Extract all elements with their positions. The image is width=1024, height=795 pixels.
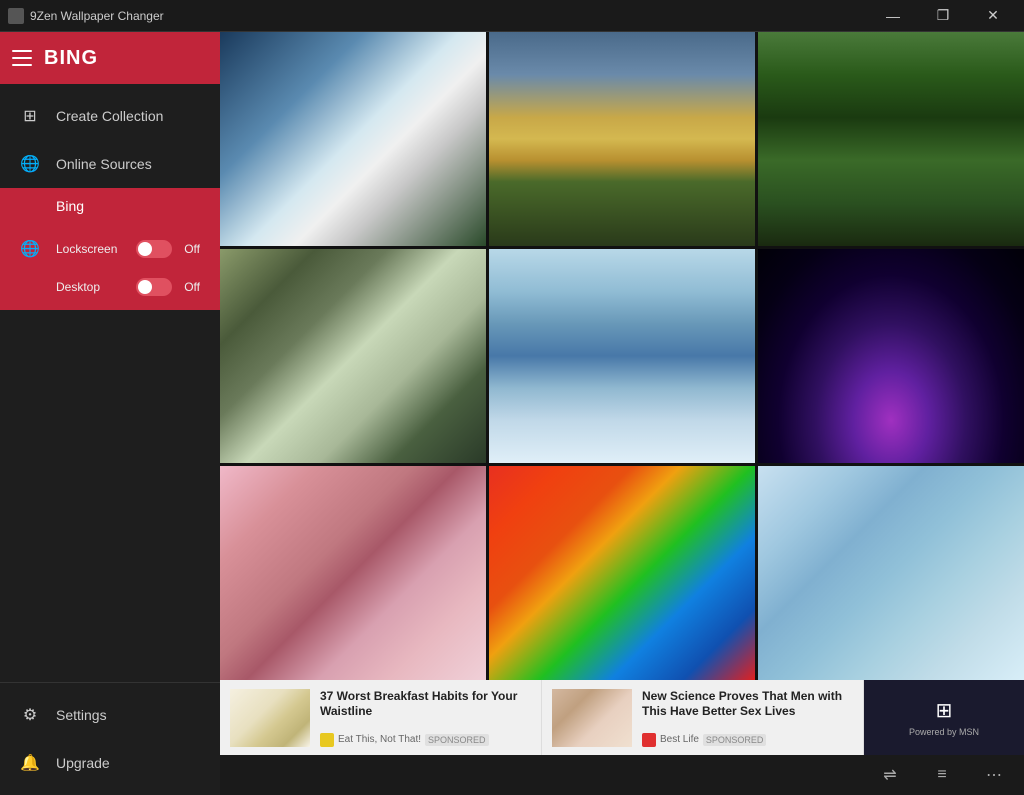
desktop-value: Off xyxy=(184,280,200,294)
sidebar-nav: ⊞ Create Collection 🌐 Online Sources 🌐 B… xyxy=(0,84,220,682)
ad-content-1: 37 Worst Breakfast Habits for Your Waist… xyxy=(320,689,531,747)
msn-label: Powered by MSN xyxy=(909,727,979,737)
msn-logo: ⊞ xyxy=(936,698,953,723)
wallpaper-ice[interactable] xyxy=(758,466,1024,680)
ad-source-2: Best Life SPONSORED xyxy=(642,733,853,747)
wallpaper-cherry[interactable] xyxy=(220,466,486,680)
ad-sponsored-1: SPONSORED xyxy=(425,734,489,746)
ad-title-2: New Science Proves That Men with This Ha… xyxy=(642,689,853,720)
ad-sponsored-2: SPONSORED xyxy=(703,734,767,746)
ad-source-1: Eat This, Not That! SPONSORED xyxy=(320,733,531,747)
ad-source-name-1: Eat This, Not That! xyxy=(338,734,421,745)
wallpaper-stars[interactable] xyxy=(758,249,1024,463)
bing-icon: 🌐 xyxy=(20,239,40,259)
settings-icon: ⚙ xyxy=(20,705,40,725)
wallpaper-forest[interactable] xyxy=(758,32,1024,246)
wallpaper-grid xyxy=(220,32,1024,680)
maximize-button[interactable]: ❐ xyxy=(920,0,966,32)
wallpaper-feathers[interactable] xyxy=(489,466,755,680)
sidebar-title: BING xyxy=(44,47,98,70)
desktop-toggle[interactable] xyxy=(136,278,172,296)
lockscreen-value: Off xyxy=(184,242,200,256)
app-layout: BING ⊞ Create Collection 🌐 Online Source… xyxy=(0,32,1024,795)
ad-item-1[interactable]: 37 Worst Breakfast Habits for Your Waist… xyxy=(220,680,542,755)
bing-label: Bing xyxy=(56,198,84,214)
sidebar-item-create-collection[interactable]: ⊞ Create Collection xyxy=(0,92,220,140)
main-content: 37 Worst Breakfast Habits for Your Waist… xyxy=(220,32,1024,795)
ad-item-2[interactable]: New Science Proves That Men with This Ha… xyxy=(542,680,864,755)
pin-button[interactable]: ⇌ xyxy=(872,759,908,791)
wallpaper-glacier-blue[interactable] xyxy=(489,249,755,463)
sidebar-item-label-create: Create Collection xyxy=(56,108,163,124)
lockscreen-toggle[interactable] xyxy=(136,240,172,258)
ad-source-icon-1 xyxy=(320,733,334,747)
upgrade-label: Upgrade xyxy=(56,755,110,771)
bottom-bar: ⇌ ≡ ⋯ xyxy=(220,755,1024,795)
more-button[interactable]: ⋯ xyxy=(976,759,1012,791)
lockscreen-label: Lockscreen xyxy=(56,242,128,256)
sidebar-item-settings[interactable]: ⚙ Settings xyxy=(0,691,220,739)
online-sources-icon: 🌐 xyxy=(20,154,40,174)
sidebar-item-label-online: Online Sources xyxy=(56,156,152,172)
titlebar-left: 9Zen Wallpaper Changer xyxy=(8,8,164,24)
ad-source-name-2: Best Life xyxy=(660,734,699,745)
ad-msn-panel: ⊞ Powered by MSN xyxy=(864,680,1024,755)
close-button[interactable]: ✕ xyxy=(970,0,1016,32)
titlebar-controls: — ❐ ✕ xyxy=(870,0,1016,32)
wallpaper-pelican[interactable] xyxy=(220,32,486,246)
bing-desktop-row: Desktop Off xyxy=(56,278,200,296)
bing-header-row: Bing xyxy=(56,198,200,220)
bing-lockscreen-row: Lockscreen Off xyxy=(56,240,200,258)
sidebar-item-upgrade[interactable]: 🔔 Upgrade xyxy=(0,739,220,787)
sidebar: BING ⊞ Create Collection 🌐 Online Source… xyxy=(0,32,220,795)
settings-label: Settings xyxy=(56,707,107,723)
wallpaper-horses[interactable] xyxy=(489,32,755,246)
sidebar-header: BING xyxy=(0,32,220,84)
minimize-button[interactable]: — xyxy=(870,0,916,32)
sidebar-footer: ⚙ Settings 🔔 Upgrade xyxy=(0,682,220,795)
desktop-label: Desktop xyxy=(56,280,128,294)
ad-title-1: 37 Worst Breakfast Habits for Your Waist… xyxy=(320,689,531,720)
list-button[interactable]: ≡ xyxy=(924,759,960,791)
create-collection-icon: ⊞ xyxy=(20,106,40,126)
upgrade-icon: 🔔 xyxy=(20,753,40,773)
ad-content-2: New Science Proves That Men with This Ha… xyxy=(642,689,853,747)
ad-thumb-1 xyxy=(230,689,310,747)
app-title: 9Zen Wallpaper Changer xyxy=(30,9,164,23)
ad-source-icon-2 xyxy=(642,733,656,747)
titlebar: 9Zen Wallpaper Changer — ❐ ✕ xyxy=(0,0,1024,32)
ad-thumb-2 xyxy=(552,689,632,747)
hamburger-menu[interactable] xyxy=(12,50,32,66)
ad-banner: 37 Worst Breakfast Habits for Your Waist… xyxy=(220,680,1024,755)
sidebar-item-bing[interactable]: 🌐 Bing Lockscreen Off Desktop xyxy=(0,188,220,310)
app-icon xyxy=(8,8,24,24)
sidebar-item-online-sources[interactable]: 🌐 Online Sources xyxy=(0,140,220,188)
wallpaper-waterfall[interactable] xyxy=(220,249,486,463)
